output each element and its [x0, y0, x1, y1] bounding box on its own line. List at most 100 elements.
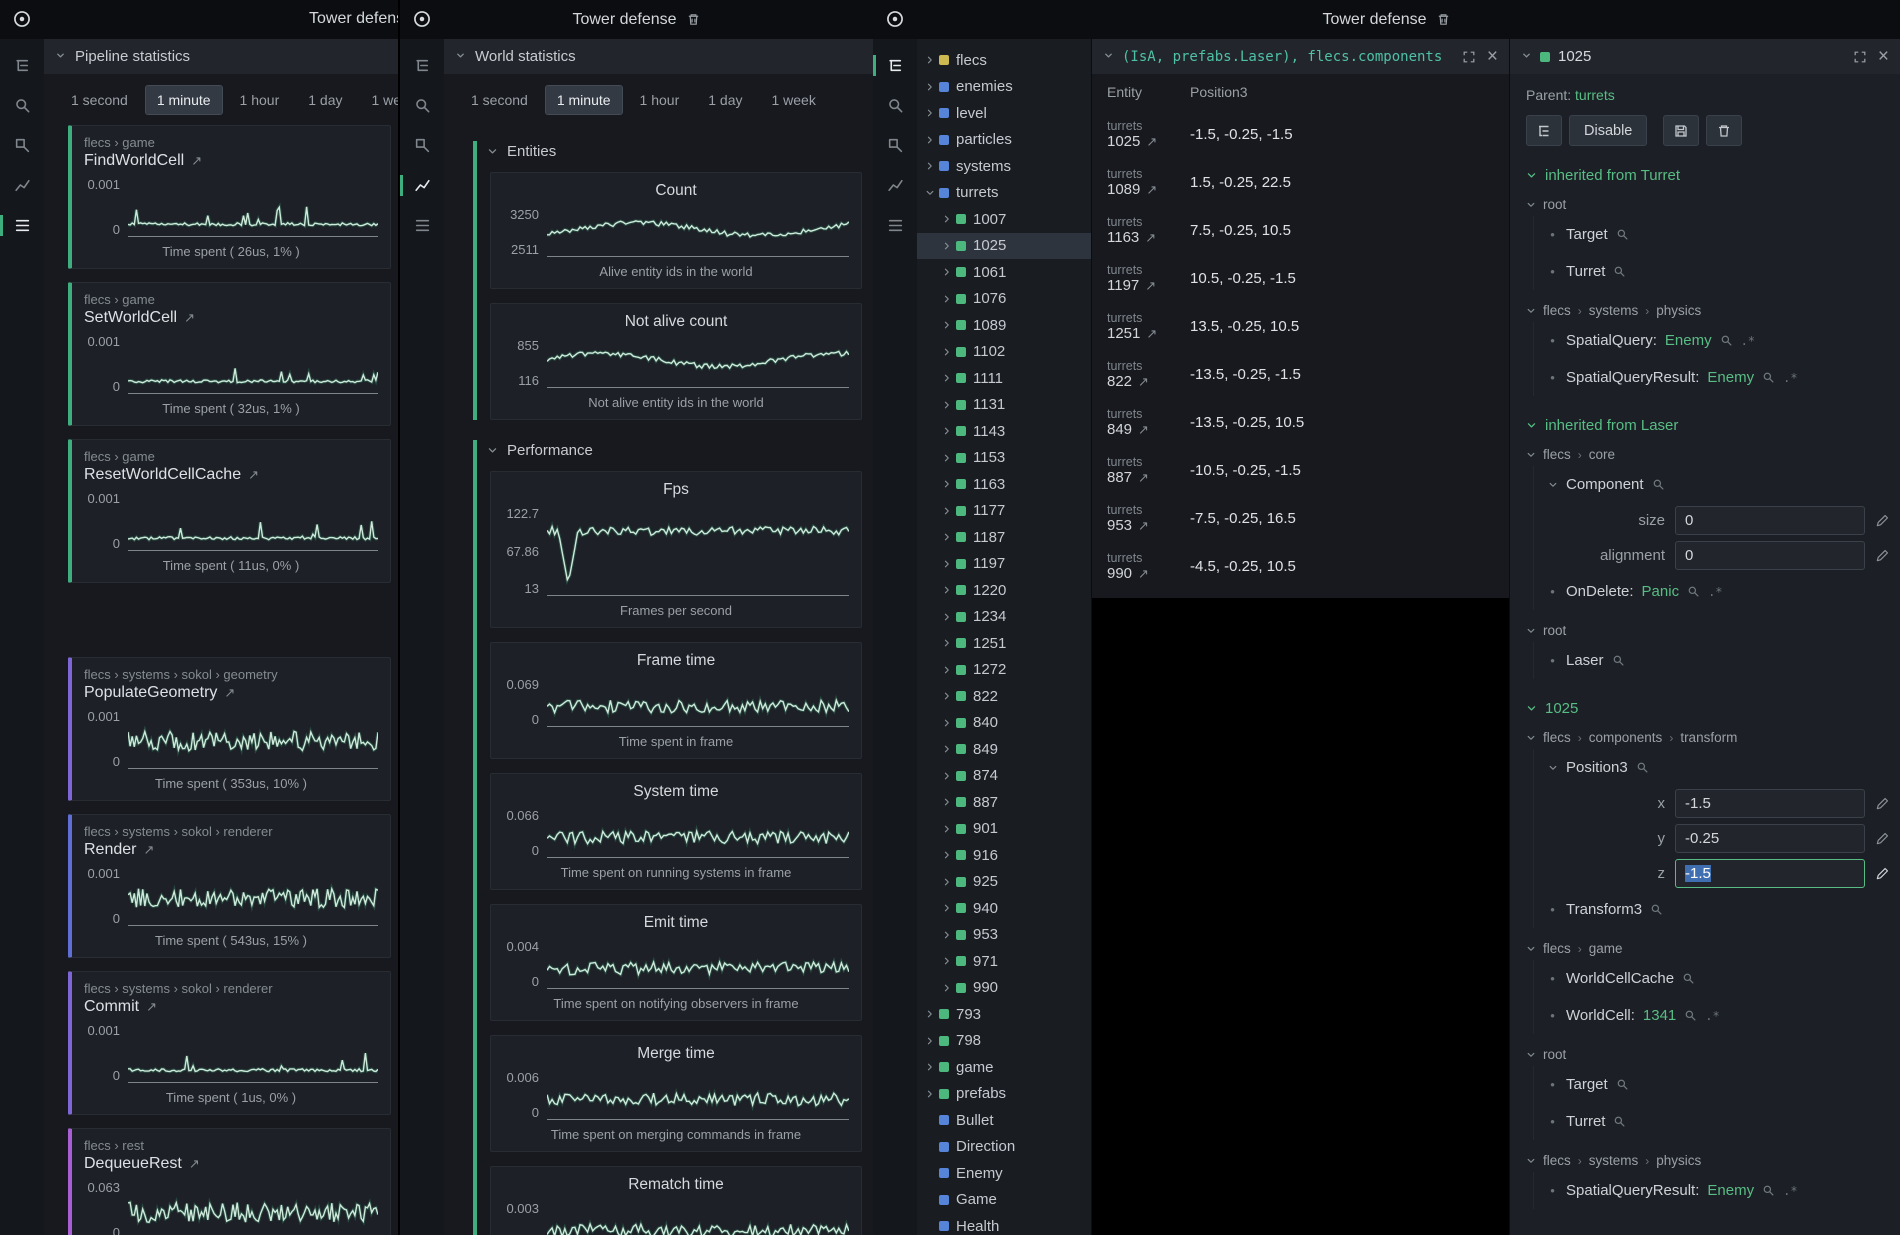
chevron-down-icon[interactable]	[1526, 450, 1536, 460]
close-icon[interactable]: ×	[1878, 47, 1889, 66]
system-name-link[interactable]: Commit↗	[84, 998, 378, 1016]
component-group-header[interactable]: flecs›components›transform	[1526, 726, 1890, 749]
entity-link[interactable]: 990↗	[1107, 565, 1174, 582]
tree-item-Bullet[interactable]: Bullet	[917, 1107, 1091, 1134]
size-input[interactable]: 0	[1675, 506, 1865, 535]
trash-icon[interactable]	[1436, 12, 1451, 27]
chevron-right-icon[interactable]	[925, 1036, 935, 1046]
inspector-section-1025[interactable]: 1025	[1526, 700, 1890, 717]
component-group-header[interactable]: flecs›game	[1526, 937, 1890, 960]
chevron-right-icon[interactable]	[925, 161, 935, 171]
component-value-link[interactable]: Enemy	[1665, 332, 1712, 349]
chevron-right-icon[interactable]	[939, 771, 955, 781]
inspector-section-inherited-from-Laser[interactable]: inherited from Laser	[1526, 417, 1890, 434]
chevron-right-icon[interactable]	[922, 1089, 938, 1099]
chevron-right-icon[interactable]	[942, 506, 952, 516]
chevron-right-icon[interactable]	[925, 108, 935, 118]
chevron-right-icon[interactable]	[939, 665, 955, 675]
chevron-right-icon[interactable]	[922, 108, 938, 118]
chevron-right-icon[interactable]	[925, 135, 935, 145]
chevron-right-icon[interactable]	[939, 214, 955, 224]
chevron-right-icon[interactable]	[942, 373, 952, 383]
entity-link[interactable]: 887↗	[1107, 469, 1174, 486]
chevron-right-icon[interactable]	[942, 532, 952, 542]
tree-item-1153[interactable]: 1153	[917, 445, 1091, 472]
tree-item-1007[interactable]: 1007	[917, 206, 1091, 233]
chevron-right-icon[interactable]	[942, 453, 952, 463]
chart-icon[interactable]	[407, 173, 437, 198]
tree-item-level[interactable]: level	[917, 100, 1091, 127]
chevron-right-icon[interactable]	[942, 824, 952, 834]
parent-link[interactable]: turrets	[1575, 87, 1615, 103]
chevron-down-icon[interactable]	[1526, 306, 1536, 316]
tree-item-901[interactable]: 901	[917, 816, 1091, 843]
chevron-down-icon[interactable]	[1548, 480, 1558, 490]
chevron-right-icon[interactable]	[942, 612, 952, 622]
chevron-right-icon[interactable]	[939, 877, 955, 887]
chevron-right-icon[interactable]	[939, 532, 955, 542]
magnifier-icon[interactable]	[1684, 1009, 1697, 1022]
delete-button[interactable]	[1706, 115, 1742, 146]
z-input[interactable]: -1.5	[1675, 859, 1865, 888]
tree-item-1111[interactable]: 1111	[917, 365, 1091, 392]
chevron-right-icon[interactable]	[939, 956, 955, 966]
chevron-right-icon[interactable]	[939, 744, 955, 754]
chevron-right-icon[interactable]	[939, 241, 955, 251]
chevron-down-icon[interactable]	[1521, 48, 1532, 66]
pipeline-tab-1-minute[interactable]: 1 minute	[145, 85, 223, 115]
expand-icon[interactable]	[1462, 50, 1476, 64]
stats-icon[interactable]	[7, 213, 37, 238]
chevron-right-icon[interactable]	[942, 903, 952, 913]
edit-icon[interactable]	[1875, 513, 1890, 528]
world-panel-header[interactable]: World statistics	[444, 39, 873, 74]
tree-item-1025[interactable]: 1025	[917, 233, 1091, 260]
world-tab-1-week[interactable]: 1 week	[759, 85, 827, 115]
tree-item-1234[interactable]: 1234	[917, 604, 1091, 631]
magnifier-icon[interactable]	[1636, 761, 1649, 774]
tree-item-prefabs[interactable]: prefabs	[917, 1081, 1091, 1108]
entity-tree-icon[interactable]	[407, 53, 437, 78]
save-button[interactable]	[1663, 115, 1699, 146]
tree-item-enemies[interactable]: enemies	[917, 74, 1091, 101]
entity-tree-icon[interactable]	[7, 53, 37, 78]
chevron-right-icon[interactable]	[939, 691, 955, 701]
chevron-right-icon[interactable]	[939, 718, 955, 728]
magnifier-icon[interactable]	[1720, 334, 1733, 347]
chart-icon[interactable]	[7, 173, 37, 198]
tree-item-840[interactable]: 840	[917, 710, 1091, 737]
chevron-right-icon[interactable]	[942, 691, 952, 701]
tree-item-1102[interactable]: 1102	[917, 339, 1091, 366]
chevron-right-icon[interactable]	[939, 479, 955, 489]
chevron-down-icon[interactable]	[1547, 480, 1558, 490]
tree-item-1076[interactable]: 1076	[917, 286, 1091, 313]
component-value-link[interactable]: 1341	[1643, 1007, 1676, 1024]
magnifier-icon[interactable]	[1612, 654, 1625, 667]
chevron-right-icon[interactable]	[939, 983, 955, 993]
chevron-down-icon[interactable]	[1526, 420, 1537, 431]
tree-item-flecs[interactable]: flecs	[917, 47, 1091, 74]
tree-item-Direction[interactable]: Direction	[917, 1134, 1091, 1161]
chevron-right-icon[interactable]	[922, 82, 938, 92]
chevron-down-icon[interactable]	[1526, 200, 1536, 210]
chevron-right-icon[interactable]	[942, 930, 952, 940]
chevron-right-icon[interactable]	[942, 850, 952, 860]
query-expression[interactable]: (IsA, prefabs.Laser), flecs.components	[1122, 49, 1454, 65]
search-icon[interactable]	[407, 93, 437, 118]
stats-icon[interactable]	[880, 213, 910, 238]
component-group-header[interactable]: flecs›systems›physics	[1526, 1149, 1890, 1172]
search-icon[interactable]	[880, 93, 910, 118]
system-name-link[interactable]: DequeueRest↗	[84, 1155, 378, 1173]
chevron-right-icon[interactable]	[942, 294, 952, 304]
tree-item-1061[interactable]: 1061	[917, 259, 1091, 286]
world-tab-1-second[interactable]: 1 second	[459, 85, 540, 115]
component-group-header[interactable]: root	[1526, 1043, 1890, 1066]
chevron-right-icon[interactable]	[942, 479, 952, 489]
magnifier-icon[interactable]	[1652, 478, 1665, 491]
magnifier-icon[interactable]	[1762, 371, 1775, 384]
tree-item-Health[interactable]: Health	[917, 1213, 1091, 1235]
tree-item-916[interactable]: 916	[917, 842, 1091, 869]
chevron-down-icon[interactable]	[1547, 763, 1558, 773]
close-icon[interactable]: ×	[1487, 47, 1498, 66]
tree-item-Enemy[interactable]: Enemy	[917, 1160, 1091, 1187]
tree-item-953[interactable]: 953	[917, 922, 1091, 949]
